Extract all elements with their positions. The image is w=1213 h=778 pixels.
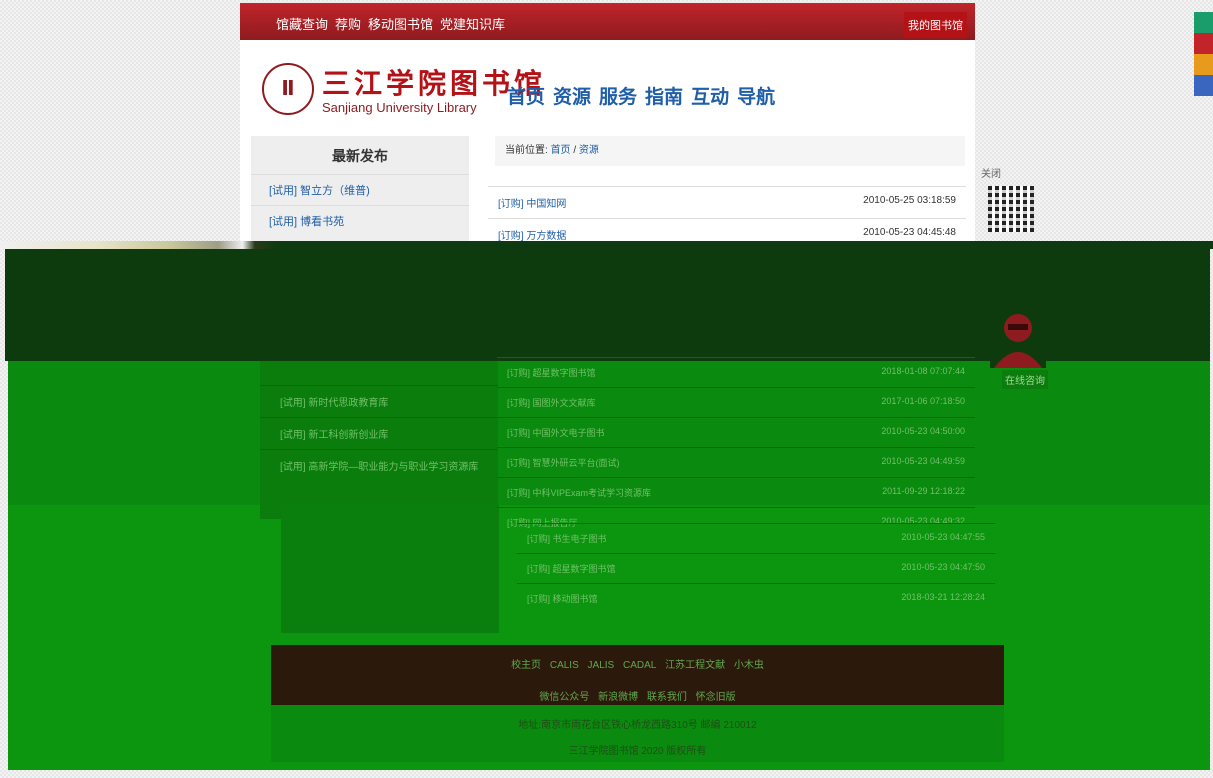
list-item[interactable]: [订购] 智慧外研云平台(面试) 2010-05-23 04:49:59: [497, 447, 975, 477]
list-item-date: 2010-05-23 04:45:48: [863, 227, 956, 238]
sidebar-item[interactable]: [试用] 新工科创新创业库: [260, 417, 498, 449]
breadcrumb-home-link[interactable]: 首页: [551, 145, 571, 156]
list-item-date: 2010-05-23 04:50:00: [881, 426, 965, 436]
online-consult-label[interactable]: 在线咨询: [1002, 370, 1048, 389]
list-item-date: 2017-01-06 07:18:50: [881, 396, 965, 406]
resource-list-lower-2: [订购] 书生电子图书 2010-05-23 04:47:55 [订购] 超星数…: [517, 523, 995, 613]
footer-links: 校主页 CALIS JALIS CADAL 江苏工程文献 小木虫 微信公众号 新…: [271, 645, 1004, 705]
share-qzone-icon[interactable]: [1194, 54, 1213, 75]
nav-home[interactable]: 首页: [507, 82, 545, 109]
list-item-title[interactable]: [订购] 中国知网: [498, 195, 566, 210]
top-nav: 馆藏查询 荐购 移动图书馆 党建知识库: [276, 14, 505, 33]
top-bar: 馆藏查询 荐购 移动图书馆 党建知识库 我的图书馆: [240, 3, 975, 40]
sidebar-item[interactable]: [试用] 智立方（维普): [251, 174, 469, 205]
list-item[interactable]: [订购] 超星数字图书馆 2010-05-23 04:47:50: [517, 553, 995, 583]
share-more-icon[interactable]: [1194, 75, 1213, 96]
list-item[interactable]: [订购] 中国外文电子图书 2010-05-23 04:50:00: [497, 417, 975, 447]
footer-links-row-2: 微信公众号 新浪微博 联系我们 怀念旧版: [271, 688, 1004, 703]
breadcrumb-current[interactable]: 资源: [579, 145, 599, 156]
list-item-title[interactable]: [订购] 智慧外研云平台(面试): [507, 456, 620, 469]
footer-link[interactable]: 江苏工程文献: [665, 660, 725, 671]
list-item[interactable]: [订购] 移动图书馆 2018-03-21 12:28:24: [517, 583, 995, 613]
footer-link[interactable]: CALIS: [550, 660, 579, 671]
top-nav-recommend[interactable]: 荐购: [335, 14, 361, 33]
list-item[interactable]: [订购] 超星数字图书馆 2018-01-08 07:07:44: [497, 357, 975, 387]
list-item-title[interactable]: [订购] 超星数字图书馆: [527, 562, 616, 575]
list-item[interactable]: [订购] 中国知网 2010-05-25 03:18:59: [488, 186, 966, 218]
list-item-date: 2010-05-23 04:49:59: [881, 456, 965, 466]
footer-link[interactable]: 联系我们: [647, 692, 687, 703]
list-item-title[interactable]: [订购] 超星数字图书馆: [507, 366, 596, 379]
corrupted-strip: [0, 241, 1213, 249]
list-item[interactable]: [订购] 中科VIPExam考试学习资源库 2011-09-29 12:18:2…: [497, 477, 975, 507]
footer-info: 地址:南京市雨花台区铁心桥龙西路310号 邮编 210012 三江学院图书馆 2…: [271, 705, 1004, 762]
list-item-date: 2010-05-25 03:18:59: [863, 195, 956, 206]
list-item-title[interactable]: [订购] 中国外文电子图书: [507, 426, 605, 439]
footer-links-row-1: 校主页 CALIS JALIS CADAL 江苏工程文献 小木虫: [271, 656, 1004, 671]
top-nav-catalog[interactable]: 馆藏查询: [276, 14, 328, 33]
list-item-title[interactable]: [订购] 国图外文文献库: [507, 396, 596, 409]
footer-link[interactable]: 校主页: [511, 660, 541, 671]
list-item[interactable]: [订购] 国图外文文献库 2017-01-06 07:18:50: [497, 387, 975, 417]
qr-code-icon: [988, 186, 1034, 232]
breadcrumb-separator: /: [573, 145, 577, 156]
share-wechat-icon[interactable]: [1194, 12, 1213, 33]
top-nav-mobile-library[interactable]: 移动图书馆: [368, 14, 433, 33]
site-logo[interactable]: Ⅱ 三江学院图书馆 Sanjiang University Library: [262, 62, 546, 115]
list-item-title[interactable]: [订购] 万方数据: [498, 227, 566, 242]
online-consult-avatar-icon[interactable]: [990, 306, 1046, 368]
list-item[interactable]: [订购] 书生电子图书 2010-05-23 04:47:55: [517, 523, 995, 553]
nav-resources[interactable]: 资源: [553, 82, 591, 109]
list-item-date: 2010-05-23 04:47:55: [901, 532, 985, 542]
page-content: Ⅱ 三江学院图书馆 Sanjiang University Library 首页…: [240, 40, 975, 242]
sidebar-item[interactable]: [试用] 新时代思政教育库: [260, 385, 498, 417]
nav-guide[interactable]: 指南: [645, 82, 683, 109]
list-item-date: 2018-03-21 12:28:24: [901, 592, 985, 602]
sidebar-title: 最新发布: [332, 148, 388, 164]
main-nav: 首页 资源 服务 指南 互动 导航: [507, 82, 775, 109]
footer-link[interactable]: 新浪微博: [598, 692, 638, 703]
share-sidebar: [1194, 12, 1213, 96]
nav-interact[interactable]: 互动: [691, 82, 729, 109]
nav-services[interactable]: 服务: [599, 82, 637, 109]
list-item-title[interactable]: [订购] 移动图书馆: [527, 592, 598, 605]
footer-link[interactable]: 小木虫: [734, 660, 764, 671]
sidebar-item[interactable]: [试用] 高新学院—职业能力与职业学习资源库: [260, 449, 498, 481]
list-item-title[interactable]: [订购] 中科VIPExam考试学习资源库: [507, 486, 651, 499]
nav-navigation[interactable]: 导航: [737, 82, 775, 109]
list-item-date: 2010-05-23 04:47:50: [901, 562, 985, 572]
breadcrumb: 当前位置: 首页 / 资源: [495, 136, 965, 166]
footer-address: 地址:南京市雨花台区铁心桥龙西路310号 邮编 210012: [518, 720, 757, 731]
library-seal-icon: Ⅱ: [262, 62, 314, 115]
resource-list-lower: [订购] 超星数字图书馆 2018-01-08 07:07:44 [订购] 国图…: [497, 357, 975, 537]
sidebar-item[interactable]: [试用] 博看书苑: [251, 205, 469, 236]
footer-link[interactable]: 微信公众号: [539, 692, 589, 703]
sidebar-lower-block: [281, 505, 499, 633]
list-item-date: 2011-09-29 12:18:22: [882, 486, 965, 496]
qr-close-button[interactable]: 关闭: [981, 165, 1001, 180]
list-item-date: 2018-01-08 07:07:44: [881, 366, 965, 376]
my-library-button[interactable]: 我的图书馆: [904, 12, 967, 38]
top-nav-party-knowledge[interactable]: 党建知识库: [440, 14, 505, 33]
share-weibo-icon[interactable]: [1194, 33, 1213, 54]
sidebar-lower: [试用] 新时代思政教育库 [试用] 新工科创新创业库 [试用] 高新学院—职业…: [260, 361, 498, 519]
list-item-title[interactable]: [订购] 书生电子图书: [527, 532, 607, 545]
sidebar: 最新发布 [试用] 智立方（维普) [试用] 博看书苑: [251, 136, 469, 241]
footer-copyright: 三江学院图书馆 2020 版权所有: [568, 746, 707, 757]
footer-link[interactable]: 怀念旧版: [696, 692, 736, 703]
footer-link[interactable]: JALIS: [588, 660, 615, 671]
footer-link[interactable]: CADAL: [623, 660, 656, 671]
breadcrumb-label: 当前位置:: [505, 145, 548, 156]
